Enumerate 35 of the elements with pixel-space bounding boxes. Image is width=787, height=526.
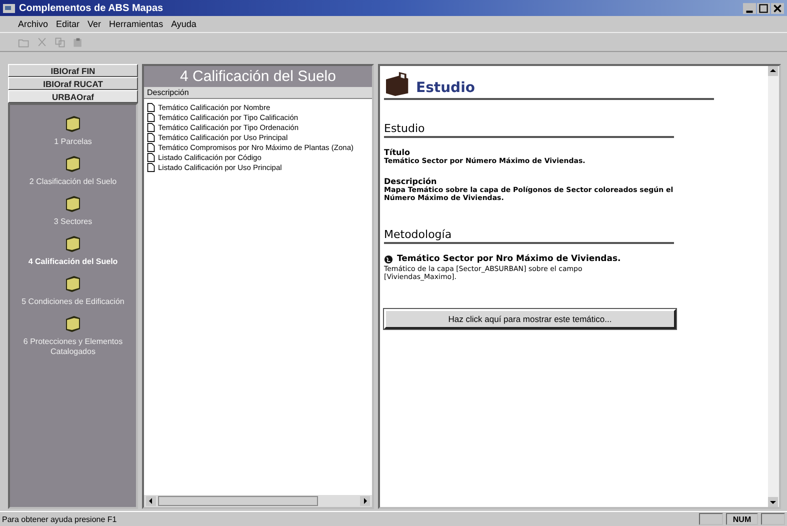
scroll-up-icon[interactable] (768, 66, 778, 76)
scroll-down-icon[interactable] (768, 497, 778, 507)
globe-icon (384, 254, 393, 264)
num-lock-indicator: NUM (726, 513, 758, 525)
app-icon (3, 2, 15, 14)
menu-item[interactable]: Ayuda (171, 19, 196, 29)
panel-title: 4 Calificación del Suelo (144, 66, 372, 87)
section-heading: Metodología (384, 228, 674, 244)
menu-item[interactable]: Herramientas (109, 19, 164, 29)
module-button[interactable]: IBIOraf FIN (8, 64, 138, 77)
status-pane (699, 513, 723, 525)
sidebar-item[interactable]: 4 Calificación del Suelo (28, 257, 118, 267)
maximize-icon[interactable] (757, 2, 770, 14)
vertical-scrollbar[interactable] (768, 66, 779, 507)
close-icon[interactable] (771, 2, 784, 14)
menu-item[interactable]: Archivo (18, 19, 48, 29)
window-title: Complementos de ABS Mapas (19, 2, 164, 14)
menu-item[interactable]: Editar (56, 19, 80, 29)
minimize-icon[interactable] (743, 2, 756, 14)
paste-icon[interactable] (72, 36, 84, 48)
module-button[interactable]: URBAOraf (8, 90, 138, 103)
section-heading: Estudio (384, 122, 674, 138)
status-pane (761, 513, 785, 525)
module-button[interactable]: IBIOraf RUCAT (8, 77, 138, 90)
horizontal-scrollbar[interactable] (144, 495, 372, 507)
column-header[interactable]: Descripción (144, 87, 372, 99)
scroll-right-icon[interactable] (360, 496, 370, 506)
status-text: Para obtener ayuda presione F1 (2, 514, 118, 524)
field-label: Descripción (384, 177, 438, 186)
menu-item[interactable]: Ver (88, 19, 102, 29)
field-label: Título (384, 148, 411, 157)
show-thematic-button[interactable]: Haz click aquí para mostrar este temático... (384, 309, 676, 329)
scroll-left-icon[interactable] (146, 496, 156, 506)
page-heading: Estudio (416, 80, 475, 96)
method-title: Temático Sector por Nro Máximo de Viviendas. (397, 254, 621, 264)
